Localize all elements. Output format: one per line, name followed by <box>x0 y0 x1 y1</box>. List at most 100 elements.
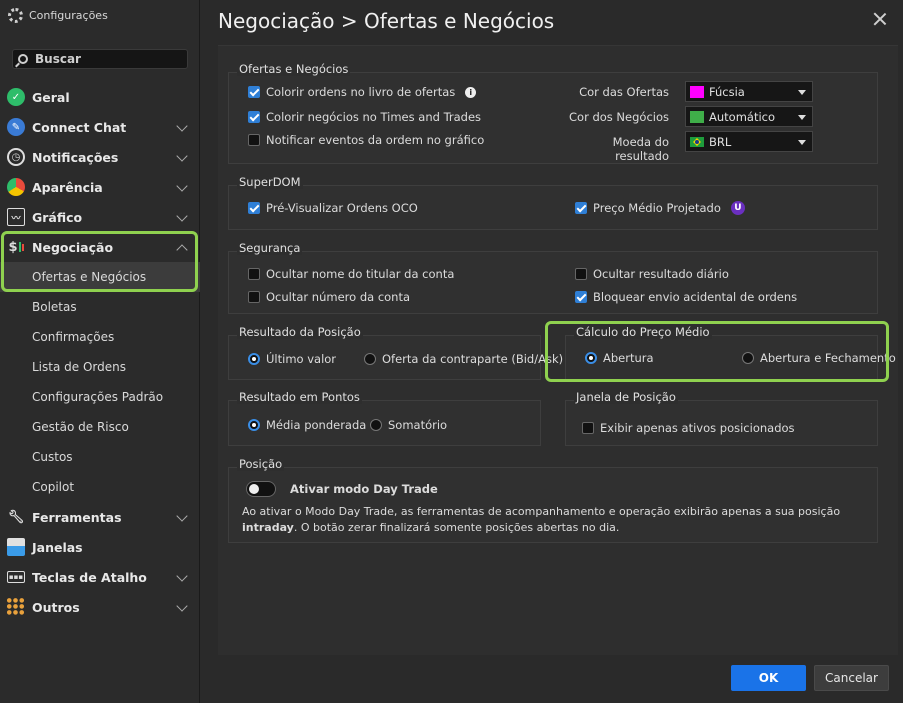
sidebar-item-label: Negociação <box>32 239 114 255</box>
group-title: Janela de Posição <box>574 390 678 404</box>
group-title: Cálculo do Preço Médio <box>574 325 712 339</box>
desc-text: . O botão zerar finalizará somente posiç… <box>293 521 620 534</box>
checkbox-label: Exibir apenas ativos posicionados <box>600 421 795 435</box>
checkbox-checked[interactable] <box>248 111 260 123</box>
toggle-day-trade[interactable]: Ativar modo Day Trade <box>246 481 438 497</box>
checkbox-label: Ocultar resultado diário <box>593 267 729 281</box>
check-circle-icon: ✓ <box>7 88 25 106</box>
checkbox-colorir-ordens[interactable]: Colorir ordens no livro de ofertas i <box>248 85 477 99</box>
radio-unselected[interactable] <box>364 353 376 365</box>
sidebar-subitem-boletas[interactable]: Boletas <box>0 292 200 322</box>
main-panel: Negociação > Ofertas e Negócios Ofertas … <box>201 0 903 703</box>
search-input[interactable]: Buscar <box>12 49 188 69</box>
radio-ultimo-valor[interactable]: Último valor <box>248 352 336 366</box>
radio-oferta-contraparte[interactable]: Oferta da contraparte (Bid/Ask) <box>364 352 563 366</box>
radio-unselected[interactable] <box>742 352 754 364</box>
checkbox-label: Colorir ordens no livro de ofertas <box>266 85 456 99</box>
sidebar-subitem-gestao-risco[interactable]: Gestão de Risco <box>0 412 200 442</box>
desc-bold-text: intraday <box>242 521 294 534</box>
radio-media-ponderada[interactable]: Média ponderada <box>248 418 366 432</box>
radio-unselected[interactable] <box>370 419 382 431</box>
chevron-down-icon[interactable] <box>176 180 188 192</box>
chevron-down-icon[interactable] <box>176 150 188 162</box>
sidebar-item-notificacoes[interactable]: ◷ Notificações <box>0 142 200 172</box>
radio-abertura[interactable]: Abertura <box>585 351 654 365</box>
checkbox-ocultar-resultado[interactable]: Ocultar resultado diário <box>575 267 729 281</box>
sidebar-item-label: Outros <box>32 599 80 615</box>
checkbox-ocultar-nome[interactable]: Ocultar nome do titular da conta <box>248 267 454 281</box>
checkbox-unchecked[interactable] <box>582 422 594 434</box>
checkbox-unchecked[interactable] <box>248 291 260 303</box>
checkbox-pre-visualizar-oco[interactable]: Pré-Visualizar Ordens OCO <box>248 201 418 215</box>
sidebar-item-label: Notificações <box>32 149 119 165</box>
radio-abertura-fechamento[interactable]: Abertura e Fechamento <box>742 351 896 365</box>
group-seguranca: Segurança Ocultar nome do titular da con… <box>228 241 878 314</box>
sidebar-subitem-custos[interactable]: Custos <box>0 442 200 472</box>
windows-icon <box>7 538 25 556</box>
cor-ofertas-label: Cor das Ofertas <box>579 85 669 99</box>
moeda-select[interactable]: BRL <box>685 131 813 152</box>
radio-selected[interactable] <box>248 353 260 365</box>
checkbox-unchecked[interactable] <box>575 268 587 280</box>
chevron-down-icon[interactable] <box>176 570 188 582</box>
checkbox-label: Notificar eventos da ordem no gráfico <box>266 133 485 147</box>
group-superdom: SuperDOM Pré-Visualizar Ordens OCO Preço… <box>228 175 878 230</box>
checkbox-unchecked[interactable] <box>248 134 260 146</box>
radio-selected[interactable] <box>585 352 597 364</box>
checkbox-checked[interactable] <box>575 291 587 303</box>
chevron-down-icon <box>798 140 806 145</box>
sidebar-item-geral[interactable]: ✓ Geral <box>0 82 200 112</box>
u-badge-icon: U <box>730 201 745 215</box>
checkbox-checked[interactable] <box>248 86 260 98</box>
chevron-up-icon[interactable] <box>176 244 188 256</box>
sidebar-subitem-config-padrao[interactable]: Configurações Padrão <box>0 382 200 412</box>
sidebar-item-outros[interactable]: ●●● ●●● ●●● Outros <box>0 592 200 622</box>
cor-ofertas-select[interactable]: Fúcsia <box>685 81 813 102</box>
cancel-button[interactable]: Cancelar <box>814 665 889 691</box>
sidebar-item-connect-chat[interactable]: ✎ Connect Chat <box>0 112 200 142</box>
group-posicao: Posição Ativar modo Day Trade Ao ativar … <box>228 457 878 543</box>
checkbox-label: Bloquear envio acidental de ordens <box>593 290 798 304</box>
radio-somatorio[interactable]: Somatório <box>370 418 447 432</box>
sidebar-item-teclas-atalho[interactable]: ▪▪▪ Teclas de Atalho <box>0 562 200 592</box>
info-icon[interactable]: i <box>465 86 477 98</box>
chevron-down-icon[interactable] <box>176 210 188 222</box>
cor-negocios-select[interactable]: Automático <box>685 106 813 127</box>
alarm-icon: ◷ <box>7 148 25 166</box>
sidebar-item-grafico[interactable]: 〰 Gráfico <box>0 202 200 232</box>
group-ofertas-negocios: Ofertas e Negócios Colorir ordens no liv… <box>228 62 878 164</box>
ok-button[interactable]: OK <box>731 665 806 691</box>
checkbox-unchecked[interactable] <box>248 268 260 280</box>
day-trade-description: Ao ativar o Modo Day Trade, as ferrament… <box>242 504 872 536</box>
radio-selected[interactable] <box>248 419 260 431</box>
chevron-down-icon[interactable] <box>176 600 188 612</box>
checkbox-preco-medio-projetado[interactable]: Preço Médio Projetado U <box>575 201 745 215</box>
search-placeholder: Buscar <box>35 52 81 66</box>
radio-label: Abertura <box>603 351 654 365</box>
chevron-down-icon[interactable] <box>176 120 188 132</box>
sidebar-item-negociacao[interactable]: $ Negociação <box>0 232 200 262</box>
toggle-switch[interactable] <box>246 481 276 497</box>
checkbox-checked[interactable] <box>248 202 260 214</box>
close-icon[interactable] <box>873 12 887 26</box>
keyboard-icon: ▪▪▪ <box>7 571 25 583</box>
chevron-down-icon[interactable] <box>176 510 188 522</box>
sidebar-subitem-lista-ordens[interactable]: Lista de Ordens <box>0 352 200 382</box>
sidebar-subitem-copilot[interactable]: Copilot <box>0 472 200 502</box>
checkbox-checked[interactable] <box>575 202 587 214</box>
checkbox-colorir-negocios[interactable]: Colorir negócios no Times and Trades <box>248 110 481 124</box>
sidebar-item-aparencia[interactable]: Aparência <box>0 172 200 202</box>
sidebar-item-ferramentas[interactable]: 🔧︎ Ferramentas <box>0 502 200 532</box>
sidebar-subitem-confirmacoes[interactable]: Confirmações <box>0 322 200 352</box>
sidebar-subitem-ofertas-negocios[interactable]: Ofertas e Negócios <box>0 262 200 292</box>
checkbox-notificar-eventos[interactable]: Notificar eventos da ordem no gráfico <box>248 133 484 147</box>
group-resultado-pontos: Resultado em Pontos Média ponderada Soma… <box>228 390 541 446</box>
checkbox-ocultar-numero[interactable]: Ocultar número da conta <box>248 290 410 304</box>
checkbox-bloquear-envio[interactable]: Bloquear envio acidental de ordens <box>575 290 797 304</box>
group-title: Posição <box>237 457 285 471</box>
group-calculo-preco-medio: Cálculo do Preço Médio Abertura Abertura… <box>565 325 896 380</box>
color-swatch <box>690 85 704 98</box>
sidebar-item-janelas[interactable]: Janelas <box>0 532 200 562</box>
desc-text: Ao ativar o Modo Day Trade, as ferrament… <box>242 505 841 518</box>
checkbox-exibir-ativos[interactable]: Exibir apenas ativos posicionados <box>582 421 795 435</box>
